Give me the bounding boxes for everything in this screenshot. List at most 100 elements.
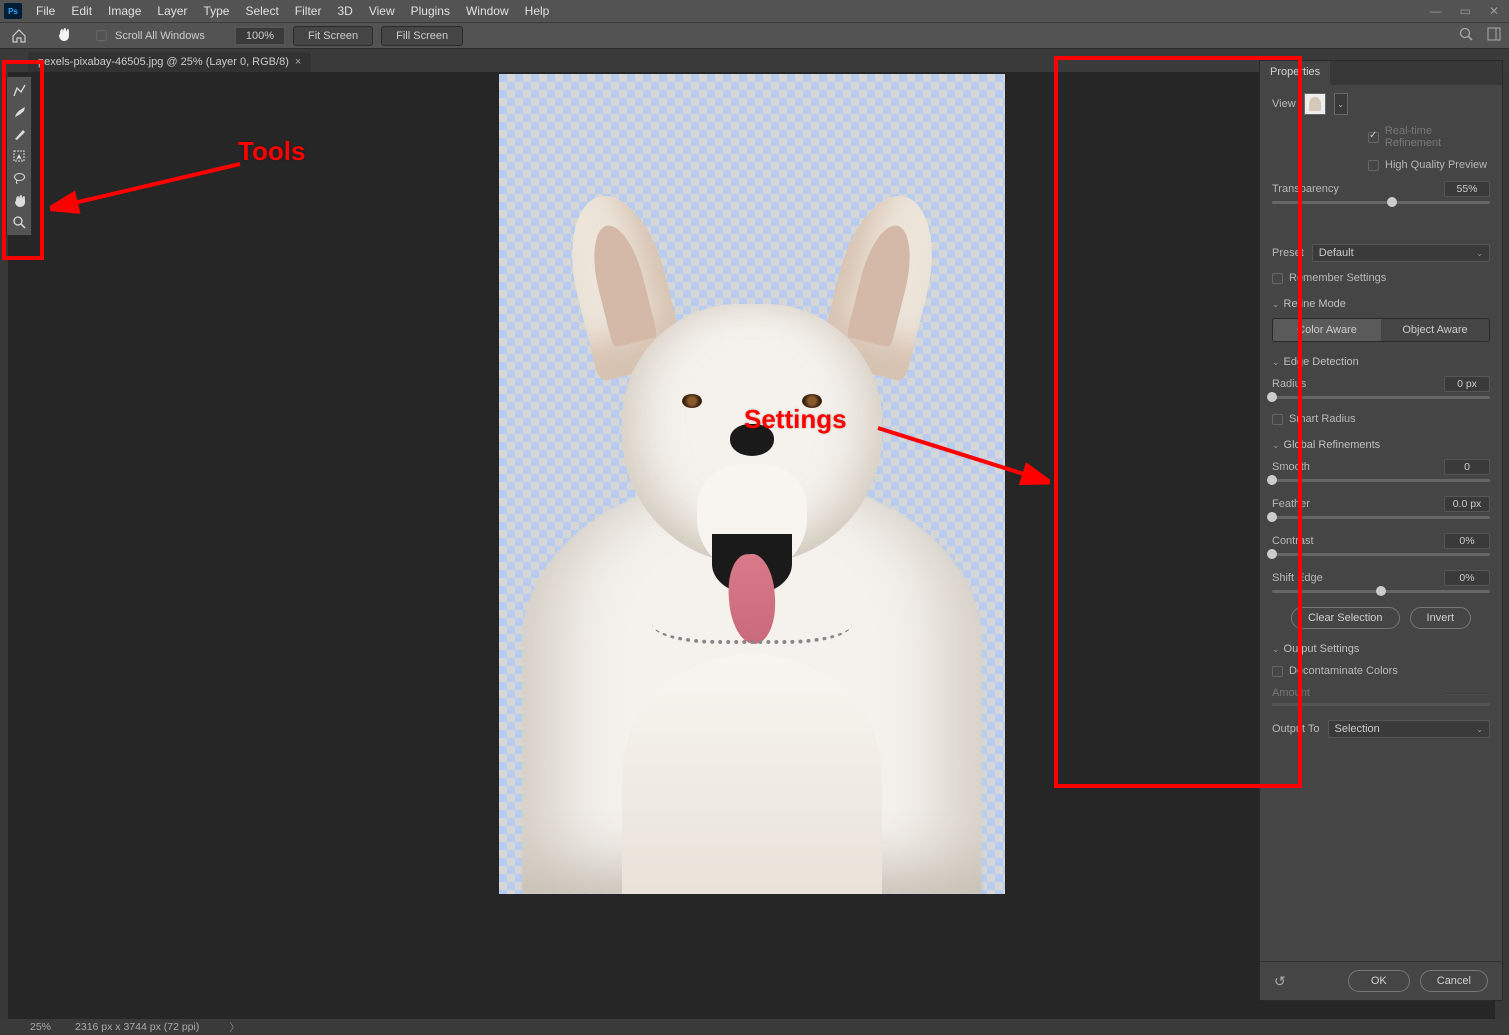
window-minimize-button[interactable]: — <box>1430 4 1442 18</box>
amount-slider <box>1272 703 1490 706</box>
cancel-button[interactable]: Cancel <box>1420 970 1488 992</box>
menu-file[interactable]: File <box>28 0 63 22</box>
hand-tool[interactable] <box>7 189 31 211</box>
radius-value[interactable]: 0 px <box>1444 376 1490 392</box>
remember-settings-checkbox[interactable] <box>1272 273 1283 284</box>
remember-settings-label: Remember Settings <box>1289 272 1386 284</box>
decontaminate-colors-checkbox[interactable] <box>1272 666 1283 677</box>
fit-screen-button[interactable]: Fit Screen <box>293 26 373 46</box>
contrast-slider[interactable] <box>1272 553 1490 556</box>
radius-slider[interactable] <box>1272 396 1490 399</box>
refine-mode-title: Refine Mode <box>1284 298 1346 310</box>
edge-detection-title: Edge Detection <box>1284 356 1359 368</box>
menu-filter[interactable]: Filter <box>287 0 330 22</box>
menu-layer[interactable]: Layer <box>149 0 195 22</box>
refine-mode-toggle: Color Aware Object Aware <box>1272 318 1490 342</box>
feather-slider[interactable] <box>1272 516 1490 519</box>
preset-dropdown[interactable]: Default⌄ <box>1312 244 1490 262</box>
document-tab[interactable]: pexels-pixabay-46505.jpg @ 25% (Layer 0,… <box>28 52 311 72</box>
status-caret-icon[interactable]: 〉 <box>229 1020 240 1035</box>
realtime-refinement-label: Real-time Refinement <box>1385 125 1490 149</box>
object-aware-button[interactable]: Object Aware <box>1381 319 1489 341</box>
transparency-label: Transparency <box>1272 183 1339 195</box>
menu-3d[interactable]: 3D <box>329 0 360 22</box>
home-button[interactable] <box>8 27 30 45</box>
reset-icon[interactable]: ↺ <box>1274 973 1286 990</box>
output-settings-caret-icon[interactable]: ⌄ <box>1272 644 1280 654</box>
window-close-button[interactable]: ✕ <box>1489 4 1499 18</box>
close-tab-icon[interactable]: × <box>295 56 301 68</box>
output-settings-title: Output Settings <box>1284 643 1360 655</box>
shift-edge-slider[interactable] <box>1272 590 1490 593</box>
tools-panel <box>6 76 32 236</box>
smart-radius-checkbox[interactable] <box>1272 414 1283 425</box>
status-bar: 25% 2316 px x 3744 px (72 ppi) 〉 <box>0 1019 1509 1035</box>
contrast-value[interactable]: 0% <box>1444 533 1490 549</box>
global-refinements-caret-icon[interactable]: ⌄ <box>1272 440 1280 450</box>
document-canvas[interactable] <box>499 74 1005 894</box>
view-label: View <box>1272 98 1296 110</box>
menu-select[interactable]: Select <box>237 0 286 22</box>
view-mode-thumbnail[interactable] <box>1304 93 1326 115</box>
lasso-tool[interactable] <box>7 167 31 189</box>
properties-panel: Properties View ⌄ Real-time Refinement H… <box>1259 60 1503 1001</box>
zoom-tool[interactable] <box>7 211 31 233</box>
ok-button[interactable]: OK <box>1348 970 1410 992</box>
smooth-value[interactable]: 0 <box>1444 459 1490 475</box>
menu-type[interactable]: Type <box>195 0 237 22</box>
contrast-label: Contrast <box>1272 535 1314 547</box>
fill-screen-button[interactable]: Fill Screen <box>381 26 463 46</box>
menu-image[interactable]: Image <box>100 0 149 22</box>
options-bar: Scroll All Windows 100% Fit Screen Fill … <box>0 22 1509 48</box>
menu-plugins[interactable]: Plugins <box>403 0 458 22</box>
status-zoom[interactable]: 25% <box>30 1021 51 1033</box>
smooth-slider[interactable] <box>1272 479 1490 482</box>
shift-edge-label: Shift Edge <box>1272 572 1323 584</box>
color-aware-button[interactable]: Color Aware <box>1273 319 1381 341</box>
preset-label: Preset <box>1272 247 1304 259</box>
amount-value <box>1444 691 1490 695</box>
feather-label: Feather <box>1272 498 1310 510</box>
annotation-settings-label: Settings <box>744 404 847 435</box>
smooth-label: Smooth <box>1272 461 1310 473</box>
clear-selection-button[interactable]: Clear Selection <box>1291 607 1400 629</box>
workspace-switcher-icon[interactable] <box>1487 27 1501 44</box>
quick-selection-tool[interactable] <box>7 79 31 101</box>
menu-bar: Ps File Edit Image Layer Type Select Fil… <box>0 0 1509 22</box>
document-tab-title: pexels-pixabay-46505.jpg @ 25% (Layer 0,… <box>38 56 289 68</box>
transparency-value[interactable]: 55% <box>1444 181 1490 197</box>
refine-mode-caret-icon[interactable]: ⌄ <box>1272 299 1280 309</box>
app-logo: Ps <box>4 3 22 19</box>
amount-label: Amount <box>1272 687 1310 699</box>
scroll-all-checkbox[interactable] <box>96 30 107 41</box>
output-to-dropdown[interactable]: Selection⌄ <box>1328 720 1491 738</box>
transparency-slider[interactable] <box>1272 201 1490 204</box>
menu-window[interactable]: Window <box>458 0 517 22</box>
decontaminate-colors-label: Decontaminate Colors <box>1289 665 1398 677</box>
window-maximize-button[interactable]: ▭ <box>1460 4 1471 18</box>
menu-edit[interactable]: Edit <box>63 0 100 22</box>
high-quality-preview-checkbox[interactable] <box>1368 160 1379 171</box>
feather-value[interactable]: 0.0 px <box>1444 496 1490 512</box>
search-icon[interactable] <box>1459 27 1473 44</box>
scroll-all-label: Scroll All Windows <box>115 30 205 42</box>
status-dimensions: 2316 px x 3744 px (72 ppi) <box>75 1021 199 1033</box>
brush-tool[interactable] <box>7 123 31 145</box>
high-quality-preview-label: High Quality Preview <box>1385 159 1487 171</box>
hand-tool-icon[interactable] <box>56 26 72 45</box>
shift-edge-value[interactable]: 0% <box>1444 570 1490 586</box>
edge-detection-caret-icon[interactable]: ⌄ <box>1272 357 1280 367</box>
zoom-field[interactable]: 100% <box>235 27 285 45</box>
annotation-tools-label: Tools <box>238 136 305 167</box>
output-to-label: Output To <box>1272 723 1320 735</box>
invert-button[interactable]: Invert <box>1410 607 1472 629</box>
realtime-refinement-checkbox <box>1368 132 1379 143</box>
properties-tab[interactable]: Properties <box>1260 61 1330 85</box>
global-refinements-title: Global Refinements <box>1284 439 1381 451</box>
view-mode-dropdown[interactable]: ⌄ <box>1334 93 1348 115</box>
object-selection-tool[interactable] <box>7 145 31 167</box>
refine-edge-brush-tool[interactable] <box>7 101 31 123</box>
menu-help[interactable]: Help <box>517 0 558 22</box>
radius-label: Radius <box>1272 378 1306 390</box>
menu-view[interactable]: View <box>361 0 403 22</box>
